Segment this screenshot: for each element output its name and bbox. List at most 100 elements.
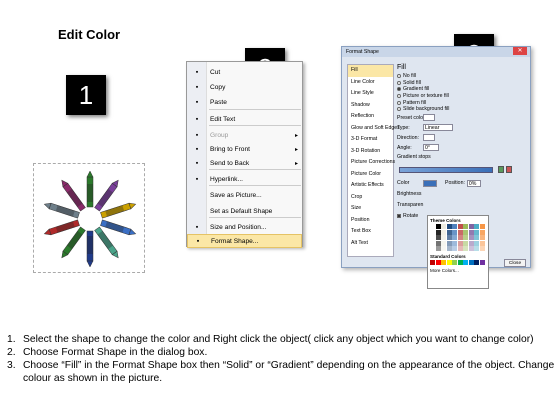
angle-input[interactable]: 0° [423, 144, 439, 152]
theme-color-swatch[interactable] [441, 235, 446, 240]
standard-color-swatch[interactable] [452, 259, 457, 265]
direction-dropdown[interactable] [423, 134, 435, 142]
theme-color-swatch[interactable] [435, 246, 441, 251]
category-text-box[interactable]: Text Box [348, 226, 393, 238]
menu-item-edit-text[interactable]: ▪ Edit Text [187, 112, 302, 126]
category-crop[interactable]: Crop [348, 192, 393, 204]
radio-button[interactable] [397, 87, 401, 92]
crayon[interactable] [43, 219, 80, 237]
crayon[interactable] [100, 219, 137, 237]
theme-color-swatch[interactable] [479, 235, 485, 240]
theme-color-swatch[interactable] [463, 235, 468, 240]
menu-item-cut[interactable]: ▪ Cut [187, 65, 302, 79]
theme-color-swatch[interactable] [435, 229, 441, 235]
theme-color-swatch[interactable] [457, 240, 463, 246]
theme-color-swatch[interactable] [457, 235, 463, 240]
crayon[interactable] [43, 201, 80, 219]
fill-option-picture-or-texture-fill[interactable]: Picture or texture fill [397, 93, 527, 100]
theme-color-swatch[interactable] [430, 235, 435, 240]
menu-item-copy[interactable]: ▪ Copy [187, 80, 302, 94]
theme-color-swatch[interactable] [479, 224, 485, 229]
theme-color-swatch[interactable] [474, 224, 479, 229]
theme-color-swatch[interactable] [479, 240, 485, 246]
category-picture-corrections[interactable]: Picture Corrections [348, 157, 395, 169]
category-position[interactable]: Position [348, 215, 393, 227]
standard-color-swatch[interactable] [446, 259, 452, 265]
theme-color-swatch[interactable] [468, 235, 474, 240]
menu-item-size-and-position[interactable]: ▪ Size and Position... [187, 220, 302, 234]
category-3-d-rotation[interactable]: 3-D Rotation [348, 146, 393, 158]
category-alt-text[interactable]: Alt Text [348, 238, 393, 250]
theme-color-swatch[interactable] [446, 235, 452, 240]
theme-color-swatch[interactable] [463, 224, 468, 229]
standard-color-swatch[interactable] [441, 259, 446, 265]
crayon-sunburst[interactable] [34, 164, 146, 274]
standard-color-swatch[interactable] [474, 259, 479, 265]
crayon[interactable] [94, 178, 121, 212]
close-icon[interactable]: ✕ [513, 47, 527, 55]
category-shadow[interactable]: Shadow [348, 100, 393, 112]
standard-color-swatch[interactable] [457, 259, 463, 265]
theme-color-swatch[interactable] [468, 246, 474, 251]
color-picker-button[interactable] [423, 179, 437, 187]
theme-color-swatch[interactable] [446, 246, 452, 251]
theme-color-swatch[interactable] [468, 224, 474, 229]
category-picture-color[interactable]: Picture Color [348, 169, 393, 181]
crayon[interactable] [86, 230, 94, 268]
theme-color-swatch[interactable] [452, 224, 457, 229]
theme-color-swatch[interactable] [452, 240, 457, 246]
theme-color-swatch[interactable] [463, 229, 468, 235]
fill-option-solid-fill[interactable]: Solid fill [397, 80, 527, 87]
standard-color-swatch[interactable] [463, 259, 468, 265]
theme-color-swatch[interactable] [452, 235, 457, 240]
theme-color-swatch[interactable] [457, 229, 463, 235]
radio-button[interactable] [397, 100, 401, 105]
theme-color-swatch[interactable] [463, 246, 468, 251]
theme-color-swatch[interactable] [468, 229, 474, 235]
theme-color-swatch[interactable] [430, 240, 435, 246]
theme-color-swatch[interactable] [468, 240, 474, 246]
menu-item-paste[interactable]: ▪ Paste [187, 95, 302, 109]
crayon-sunburst-selection[interactable] [33, 163, 145, 273]
remove-stop-icon[interactable] [506, 166, 512, 173]
fill-option-gradient-fill[interactable]: Gradient fill [397, 86, 527, 93]
fill-option-no-fill[interactable]: No fill [397, 73, 527, 80]
theme-color-swatch[interactable] [441, 246, 446, 251]
theme-color-swatch[interactable] [430, 229, 435, 235]
crayon[interactable] [86, 170, 94, 208]
preset-colors-dropdown[interactable] [423, 114, 435, 122]
theme-color-swatch[interactable] [474, 229, 479, 235]
add-stop-icon[interactable] [498, 166, 504, 173]
category-glow-and-soft-edges[interactable]: Glow and Soft Edges [348, 123, 400, 135]
theme-color-swatch[interactable] [479, 246, 485, 251]
fill-option-pattern-fill[interactable]: Pattern fill [397, 99, 527, 106]
theme-color-swatch[interactable] [446, 224, 452, 229]
theme-color-swatch[interactable] [474, 235, 479, 240]
theme-color-swatch[interactable] [441, 229, 446, 235]
more-colors-link[interactable]: More Colors... [430, 268, 486, 273]
theme-color-swatch[interactable] [463, 240, 468, 246]
theme-color-swatch[interactable] [457, 246, 463, 251]
category-line-style[interactable]: Line Style [348, 88, 393, 100]
theme-color-swatch[interactable] [452, 246, 457, 251]
menu-item-set-as-default-shape[interactable]: Set as Default Shape [187, 204, 302, 218]
menu-item-hyperlink[interactable]: ▪ Hyperlink... [187, 172, 302, 186]
theme-color-swatch[interactable] [441, 224, 446, 229]
theme-color-swatch[interactable] [446, 240, 452, 246]
theme-color-swatch[interactable] [435, 224, 441, 229]
crayon[interactable] [94, 226, 121, 260]
theme-color-swatch[interactable] [435, 240, 441, 246]
menu-item-bring-to-front[interactable]: ▪ Bring to Front ▸ [187, 142, 302, 156]
fill-option-slide-background-fill[interactable]: Slide background fill [397, 106, 527, 113]
menu-item-send-to-back[interactable]: ▪ Send to Back ▸ [187, 156, 302, 170]
standard-color-swatch[interactable] [430, 259, 435, 265]
close-button[interactable]: Close [504, 259, 526, 267]
category-fill[interactable]: Fill [348, 65, 393, 77]
category-artistic-effects[interactable]: Artistic Effects [348, 180, 393, 192]
theme-color-swatch[interactable] [446, 229, 452, 235]
radio-button[interactable] [397, 74, 401, 79]
position-input[interactable]: 0% [466, 179, 481, 187]
theme-color-swatch[interactable] [474, 246, 479, 251]
theme-color-swatch[interactable] [457, 224, 463, 229]
radio-button[interactable] [397, 94, 401, 99]
